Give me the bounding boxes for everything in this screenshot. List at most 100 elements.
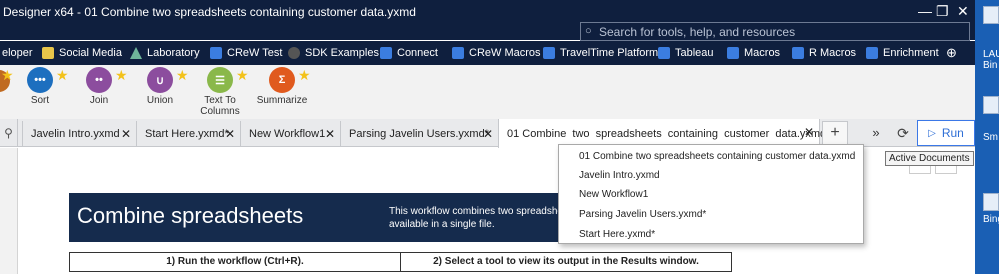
bookmarks-bar: eloper Social Media Laboratory CReW Test…	[0, 41, 975, 65]
bookmark-label: Laboratory	[147, 47, 200, 59]
sdk-icon	[288, 47, 300, 59]
window-title: Designer x64 - 01 Combine two spreadshee…	[3, 5, 416, 19]
tool-union[interactable]: ∪ ★ Union	[130, 67, 190, 106]
desktop-file-icon[interactable]	[983, 6, 999, 24]
tab-label: Javelin Intro.yxmd	[31, 128, 120, 140]
bookmark-label: eloper	[2, 47, 33, 59]
folder-icon	[792, 47, 804, 59]
desktop-label: Bin	[983, 60, 998, 71]
bookmark-traveltime-platform[interactable]: TravelTime Platform	[543, 46, 658, 60]
run-label: Run	[941, 126, 964, 140]
folder-icon	[452, 47, 464, 59]
menu-item[interactable]: Javelin Intro.yxmd	[579, 170, 660, 181]
tool-sort[interactable]: ••• ★ Sort	[10, 67, 70, 106]
bookmark-r-macros[interactable]: R Macros	[792, 46, 856, 60]
favorite-star-icon: ★	[115, 67, 128, 83]
close-tab-icon[interactable]: ✕	[225, 127, 235, 141]
history-icon[interactable]: ⟳	[893, 123, 913, 143]
close-tab-icon[interactable]: ✕	[121, 127, 131, 141]
folder-icon	[727, 47, 739, 59]
folder-icon	[866, 47, 878, 59]
close-tab-icon[interactable]: ✕	[804, 125, 814, 139]
tool-label: Union	[146, 95, 174, 106]
bookmark-label: TravelTime Platform	[560, 47, 659, 59]
tab-start-here[interactable]: Start Here.yxmd* ✕	[136, 121, 240, 147]
minimize-button[interactable]: —	[918, 3, 932, 19]
menu-item[interactable]: Start Here.yxmd*	[579, 229, 655, 240]
desktop-file-icon[interactable]	[983, 96, 999, 114]
bookmark-laboratory[interactable]: Laboratory	[130, 46, 200, 60]
bookmark-label: Enrichment	[883, 47, 939, 59]
bookmark-tableau[interactable]: Tableau	[658, 46, 714, 60]
bookmark-label: Macros	[744, 47, 781, 59]
folder-icon	[658, 47, 670, 59]
tab-javelin-intro[interactable]: Javelin Intro.yxmd ✕	[22, 121, 136, 147]
tab-parsing-javelin-users[interactable]: Parsing Javelin Users.yxmd* ✕	[340, 121, 498, 147]
bookmark-crew-macros[interactable]: CReW Macros	[452, 46, 541, 60]
folder-icon	[210, 47, 222, 59]
document-tab-bar: ⚲ Javelin Intro.yxmd ✕ Start Here.yxmd* …	[0, 119, 975, 148]
favorite-star-icon: ★	[56, 67, 69, 83]
bookmark-social-media[interactable]: Social Media	[42, 46, 122, 60]
join-icon: ••	[86, 67, 112, 93]
desktop-label: LAU	[983, 49, 999, 60]
summarize-icon: Σ	[269, 67, 295, 93]
banner-title: Combine spreadsheets	[77, 203, 304, 228]
tab-label: New Workflow1	[249, 128, 326, 140]
tool-text-to-columns[interactable]: ☰ ★ Text To Columns	[190, 67, 250, 117]
play-icon: ▷	[928, 127, 936, 139]
desktop-label: Bing	[983, 214, 999, 225]
folder-icon	[543, 47, 555, 59]
favorite-star-icon: ★	[176, 67, 189, 83]
tab-label: Parsing Javelin Users.yxmd*	[349, 128, 489, 140]
canvas-left-panel	[0, 148, 18, 274]
text-to-columns-icon: ☰	[207, 67, 233, 93]
close-tab-icon[interactable]: ✕	[325, 127, 335, 141]
steps-table: 1) Run the workflow (Ctrl+R). 2) Select …	[69, 252, 732, 272]
favorite-star-icon: ★	[298, 67, 311, 83]
union-icon: ∪	[147, 67, 173, 93]
bookmark-crew-test[interactable]: CReW Test	[210, 46, 282, 60]
tool-summarize[interactable]: Σ ★ Summarize	[252, 67, 312, 106]
step-cell: 1) Run the workflow (Ctrl+R).	[166, 256, 304, 267]
menu-item[interactable]: 01 Combine two spreadsheets containing c…	[579, 151, 855, 162]
bookmark-connect[interactable]: Connect	[380, 46, 438, 60]
desktop-strip: LAU Bin Sm Bing	[975, 0, 999, 274]
tool-label: Text To Columns	[200, 95, 240, 117]
search-input[interactable]: ○ Search for tools, help, and resources	[580, 22, 970, 41]
tool-join[interactable]: •• ★ Join	[69, 67, 129, 106]
social-media-icon	[42, 47, 54, 59]
desktop-file-icon[interactable]	[983, 193, 999, 211]
tab-label: 01 Combine two spreadsheets containing c…	[507, 127, 827, 140]
menu-item[interactable]: New Workflow1	[579, 189, 648, 200]
bookmark-developer[interactable]: eloper	[2, 46, 33, 60]
restore-button[interactable]: ❐	[936, 3, 949, 20]
tool-label: Sort	[30, 95, 50, 106]
tool-palette: ★ ••• ★ Sort •• ★ Join ∪ ★ Union ☰ ★ Tex…	[0, 65, 975, 119]
folder-icon	[380, 47, 392, 59]
favorite-star-icon: ★	[236, 67, 249, 83]
tab-overflow-button[interactable]: »	[866, 123, 886, 143]
bookmark-label: R Macros	[809, 47, 857, 59]
add-tab-button[interactable]: +	[822, 121, 848, 145]
bookmark-sdk-examples[interactable]: SDK Examples	[288, 46, 379, 60]
close-tab-icon[interactable]: ✕	[483, 127, 493, 141]
search-placeholder: Search for tools, help, and resources	[599, 25, 796, 39]
bookmark-label: Connect	[397, 47, 438, 59]
close-button[interactable]: ✕	[957, 3, 969, 20]
tab-new-workflow1[interactable]: New Workflow1 ✕	[240, 121, 340, 147]
pin-icon[interactable]: ⚲	[0, 119, 18, 147]
bookmark-enrichment[interactable]: Enrichment	[866, 46, 939, 60]
sort-icon: •••	[27, 67, 53, 93]
run-button[interactable]: ▷ Run	[917, 120, 975, 146]
title-bar: Designer x64 - 01 Combine two spreadshee…	[0, 0, 975, 41]
bookmark-label: SDK Examples	[305, 47, 379, 59]
add-bookmark-button[interactable]: ⊕	[946, 45, 957, 61]
tab-label: Start Here.yxmd*	[145, 128, 229, 140]
active-documents-menu: 01 Combine two spreadsheets containing c…	[558, 144, 864, 244]
tool-label: Summarize	[256, 95, 308, 106]
step-cell: 2) Select a tool to view its output in t…	[400, 253, 731, 271]
tool-label: Join	[89, 95, 109, 106]
menu-item[interactable]: Parsing Javelin Users.yxmd*	[579, 209, 706, 220]
bookmark-macros[interactable]: Macros	[727, 46, 780, 60]
